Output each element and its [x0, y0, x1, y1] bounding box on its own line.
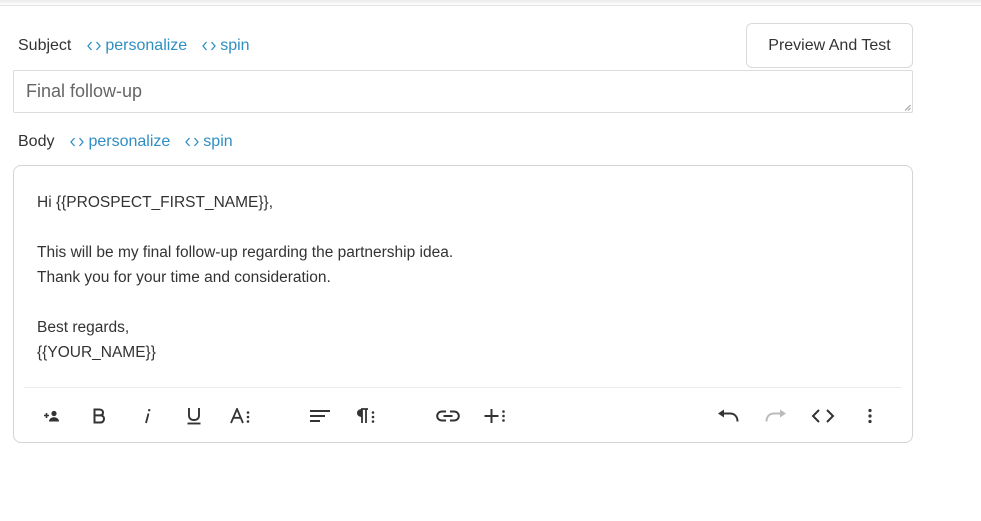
italic-button[interactable]	[132, 402, 162, 430]
underline-icon	[187, 408, 201, 425]
redo-button[interactable]	[761, 402, 791, 430]
subject-label-row: Subject personalize spin	[18, 35, 265, 57]
body-personalize-link[interactable]: personalize	[70, 133, 170, 151]
link-icon	[436, 410, 460, 422]
code-view-button[interactable]	[808, 402, 838, 430]
subject-personalize-label: personalize	[105, 37, 188, 54]
underline-button[interactable]	[179, 402, 209, 430]
undo-icon	[718, 409, 739, 422]
align-left-icon	[310, 410, 330, 422]
subject-spin-link[interactable]: spin	[202, 37, 250, 55]
body-label-row: Body personalize spin	[18, 131, 248, 153]
code-brackets-icon	[185, 137, 200, 147]
body-label: Body	[18, 133, 55, 150]
subject-spin-label: spin	[220, 37, 250, 54]
italic-icon	[145, 409, 151, 424]
body-line	[37, 290, 877, 315]
more-options-icon	[868, 408, 872, 424]
more-options-button[interactable]	[855, 402, 885, 430]
add-person-icon	[44, 410, 59, 422]
insert-more-button[interactable]	[480, 402, 510, 430]
top-shadow-bar	[0, 0, 981, 6]
body-personalize-label: personalize	[88, 133, 171, 150]
body-editor: Hi {{PROSPECT_FIRST_NAME}}, This will be…	[13, 165, 913, 443]
insert-more-icon	[484, 409, 505, 423]
redo-icon	[765, 409, 786, 422]
bold-icon	[93, 408, 106, 424]
insert-link-button[interactable]	[433, 402, 463, 430]
align-button[interactable]	[305, 402, 335, 430]
undo-button[interactable]	[713, 402, 743, 430]
subject-input[interactable]	[13, 70, 913, 113]
body-line: {{YOUR_NAME}}	[37, 344, 156, 361]
bold-button[interactable]	[84, 402, 114, 430]
paragraph-format-icon	[357, 408, 375, 423]
body-line: This will be my final follow-up regardin…	[37, 244, 454, 261]
preview-and-test-button[interactable]: Preview And Test	[746, 23, 913, 68]
code-brackets-icon	[87, 41, 102, 51]
resize-grip-icon[interactable]	[904, 104, 911, 111]
paragraph-format-button[interactable]	[352, 402, 382, 430]
text-format-icon	[230, 408, 250, 424]
body-line: Best regards,	[37, 319, 130, 336]
body-line	[37, 215, 877, 240]
toolbar-divider	[24, 387, 902, 388]
body-spin-label: spin	[203, 133, 233, 150]
subject-label: Subject	[18, 37, 72, 54]
subject-personalize-link[interactable]: personalize	[87, 37, 187, 55]
body-line: Thank you for your time and consideratio…	[37, 269, 331, 286]
text-format-button[interactable]	[226, 402, 256, 430]
code-brackets-icon	[202, 41, 217, 51]
code-brackets-icon	[70, 137, 85, 147]
body-line: Hi {{PROSPECT_FIRST_NAME}},	[37, 194, 274, 211]
code-view-icon	[811, 409, 835, 423]
body-text-area[interactable]: Hi {{PROSPECT_FIRST_NAME}}, This will be…	[37, 190, 877, 365]
body-spin-link[interactable]: spin	[185, 133, 233, 151]
insert-variable-button[interactable]	[37, 402, 67, 430]
